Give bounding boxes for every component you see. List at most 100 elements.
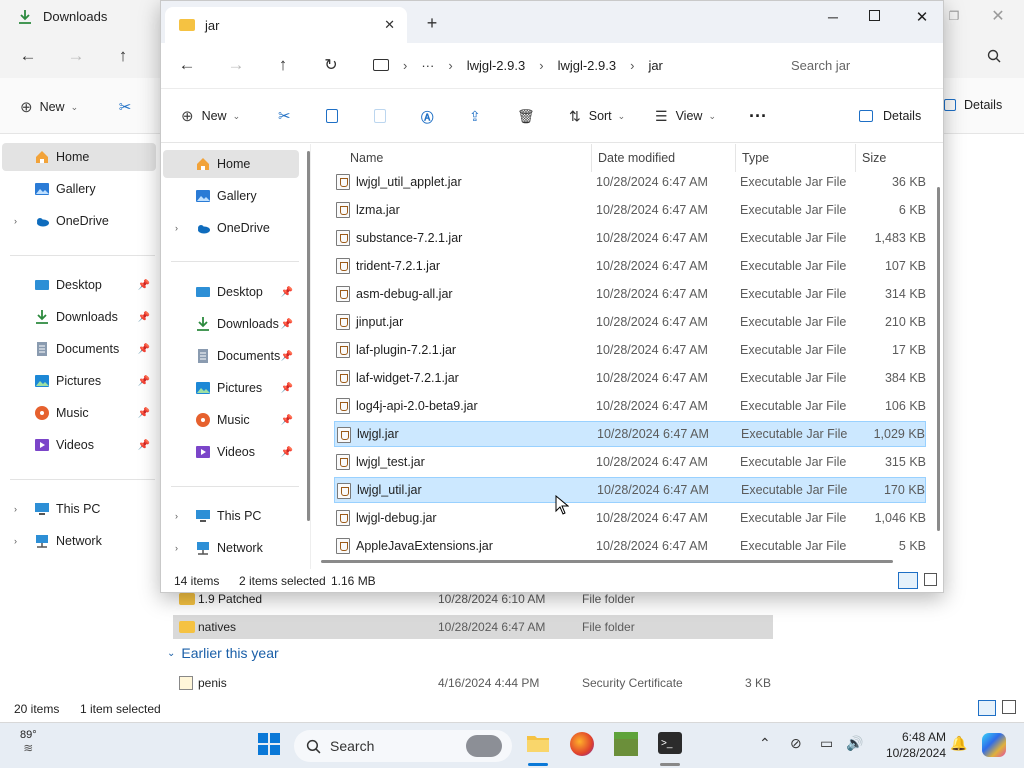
sidebar-item-downloads[interactable]: Downloads 📌 (163, 310, 299, 338)
cut-icon[interactable]: ✂ (278, 103, 291, 129)
details-view-icon[interactable] (898, 572, 918, 589)
back-sidebar-gallery[interactable]: Gallery (2, 175, 156, 203)
back-sidebar-pictures[interactable]: Pictures 📌 (2, 367, 156, 395)
breadcrumb-item[interactable]: lwjgl-2.9.3 (467, 58, 526, 73)
weather-widget[interactable]: 89° ≋ (20, 729, 37, 755)
table-row[interactable]: lzma.jar 10/28/2024 6:47 AM Executable Jar… (334, 197, 926, 223)
chevron-up-icon[interactable]: ⌃ (759, 735, 771, 752)
chevron-right-icon[interactable]: › (175, 223, 178, 233)
pin-icon[interactable]: 📌 (138, 280, 150, 291)
table-row[interactable]: laf-widget-7.2.1.jar 10/28/2024 6:47 AM Ex… (334, 365, 926, 391)
firefox-icon[interactable] (570, 732, 594, 756)
view-button[interactable]: ☰ View ⌄ (655, 103, 716, 129)
sidebar-item-onedrive[interactable]: › OneDrive (163, 214, 299, 242)
sort-button[interactable]: ⇅ Sort ⌄ (569, 103, 625, 129)
notification-bell-icon[interactable]: 🔔 (950, 735, 967, 752)
pin-icon[interactable]: 📌 (281, 287, 293, 298)
sidebar-item-documents[interactable]: Documents 📌 (163, 342, 299, 370)
column-header-date[interactable]: Date modified (598, 146, 675, 170)
tiles-view-icon[interactable] (1002, 700, 1016, 714)
close-icon[interactable]: ✕ (988, 6, 1008, 26)
start-icon[interactable] (258, 733, 280, 755)
table-row[interactable]: laf-plugin-7.2.1.jar 10/28/2024 6:47 AM Ex… (334, 337, 926, 363)
back-sidebar-videos[interactable]: Videos 📌 (2, 431, 156, 459)
paste-icon[interactable] (374, 103, 386, 129)
back-sidebar-documents[interactable]: Documents 📌 (2, 335, 156, 363)
table-row[interactable]: lwjgl-debug.jar 10/28/2024 6:47 AM Executa… (334, 505, 926, 531)
chevron-right-icon[interactable]: › (14, 504, 17, 514)
back-sidebar-onedrive[interactable]: › OneDrive (2, 207, 156, 235)
pin-icon[interactable]: 📌 (138, 312, 150, 323)
sidebar-scrollbar[interactable] (307, 151, 310, 521)
table-row[interactable]: natives 10/28/2024 6:47 AM File folder (173, 615, 773, 639)
copy-icon[interactable] (326, 103, 338, 129)
pin-icon[interactable]: 📌 (281, 447, 293, 458)
terminal-icon[interactable]: >_ (658, 732, 682, 754)
column-divider[interactable] (735, 144, 736, 172)
maximize-icon[interactable] (869, 10, 880, 21)
copilot-icon[interactable] (982, 733, 1006, 757)
back-sidebar-this-pc[interactable]: › This PC (2, 495, 156, 523)
search-input[interactable]: Search jar (777, 47, 943, 83)
new-tab-icon[interactable]: + (423, 13, 441, 33)
clock[interactable]: 6:48 AM 10/28/2024 (876, 729, 946, 761)
sidebar-item-network[interactable]: › Network (163, 534, 299, 562)
sidebar-item-desktop[interactable]: Desktop 📌 (163, 278, 299, 306)
overflow-icon[interactable]: ··· (421, 58, 434, 73)
table-row[interactable]: jinput.jar 10/28/2024 6:47 AM Executable J… (334, 309, 926, 335)
table-row[interactable]: lwjgl_test.jar 10/28/2024 6:47 AM Executab… (334, 449, 926, 475)
chevron-right-icon[interactable]: › (175, 511, 178, 521)
rename-icon[interactable]: Ⓐ (421, 103, 434, 129)
column-divider[interactable] (591, 144, 592, 172)
new-button[interactable]: ⊕ New ⌄ (181, 103, 240, 129)
group-header[interactable]: ⌄ Earlier this year (167, 645, 279, 661)
share-icon[interactable]: ⇪ (469, 103, 481, 129)
pin-icon[interactable]: 📌 (138, 344, 150, 355)
table-row[interactable]: trident-7.2.1.jar 10/28/2024 6:47 AM Execu… (334, 253, 926, 279)
horizontal-scrollbar[interactable] (321, 560, 893, 563)
back-arrow-icon[interactable]: ← (18, 46, 38, 66)
chevron-right-icon[interactable]: › (14, 216, 17, 226)
chevron-right-icon[interactable]: › (14, 536, 17, 546)
back-sidebar-network[interactable]: › Network (2, 527, 156, 555)
column-header-name[interactable]: Name (350, 146, 383, 170)
display-icon[interactable]: ▭ (820, 735, 833, 752)
details-button[interactable]: Details (859, 103, 921, 129)
tab-jar[interactable]: jar ✕ (165, 7, 407, 43)
pin-icon[interactable]: 📌 (281, 415, 293, 426)
file-explorer-icon[interactable] (526, 731, 550, 755)
back-sidebar-downloads[interactable]: Downloads 📌 (2, 303, 156, 331)
taskbar-search[interactable]: Search (294, 730, 512, 762)
back-sidebar-music[interactable]: Music 📌 (2, 399, 156, 427)
column-header-size[interactable]: Size (862, 146, 886, 170)
pin-icon[interactable]: 📌 (281, 383, 293, 394)
table-row[interactable]: asm-debug-all.jar 10/28/2024 6:47 AM Execu… (334, 281, 926, 307)
pin-icon[interactable]: 📌 (138, 376, 150, 387)
more-options-icon[interactable]: ··· (749, 103, 767, 129)
chevron-right-icon[interactable]: › (175, 543, 178, 553)
restore-icon[interactable]: ❐ (944, 6, 964, 26)
sidebar-item-gallery[interactable]: Gallery (163, 182, 299, 210)
sidebar-item-music[interactable]: Music 📌 (163, 406, 299, 434)
sidebar-item-home[interactable]: Home (163, 150, 299, 178)
breadcrumb-item[interactable]: jar (648, 58, 662, 73)
up-arrow-icon[interactable]: ↑ (273, 55, 293, 75)
breadcrumb-item[interactable]: lwjgl-2.9.3 (558, 58, 617, 73)
forward-arrow-icon[interactable]: → (66, 46, 86, 66)
table-row[interactable]: lwjgl_util_applet.jar 10/28/2024 6:47 AM E… (334, 169, 926, 195)
back-sidebar-desktop[interactable]: Desktop 📌 (2, 271, 156, 299)
table-row[interactable]: substance-7.2.1.jar 10/28/2024 6:47 AM Exe… (334, 225, 926, 251)
table-row[interactable]: lwjgl.jar 10/28/2024 6:47 AM Executable Ja… (334, 421, 926, 447)
table-row[interactable]: lwjgl_util.jar 10/28/2024 6:47 AM Executab… (334, 477, 926, 503)
cut-icon[interactable]: ✂ (116, 98, 134, 116)
up-arrow-icon[interactable]: ↑ (113, 46, 133, 66)
column-divider[interactable] (855, 144, 856, 172)
table-row[interactable]: AppleJavaExtensions.jar 10/28/2024 6:47 A… (334, 533, 926, 559)
breadcrumb[interactable]: › ··· › lwjgl-2.9.3 › lwjgl-2.9.3 › jar (363, 47, 769, 83)
back-sidebar-home[interactable]: Home (2, 143, 156, 171)
back-new-button[interactable]: ⊕ New ⌄ (20, 98, 78, 116)
back-arrow-icon[interactable]: ← (177, 55, 197, 75)
back-search-icon[interactable] (984, 46, 1004, 66)
details-view-icon[interactable] (978, 700, 996, 716)
close-icon[interactable]: ✕ (911, 6, 933, 28)
